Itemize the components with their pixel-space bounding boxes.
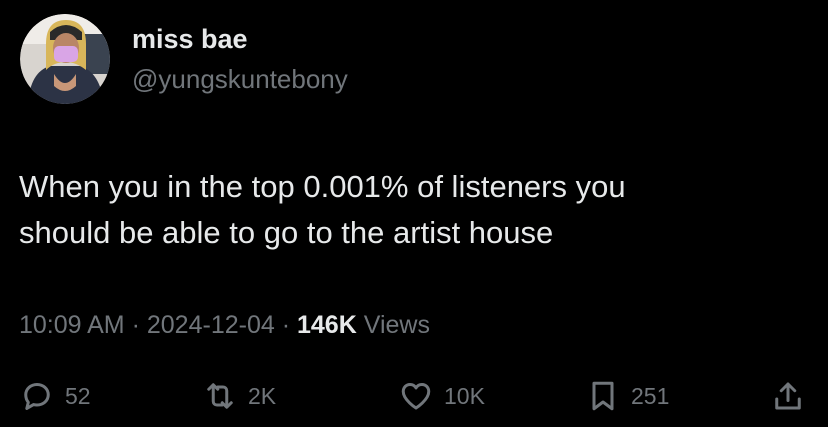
bookmark-count: 251: [631, 382, 670, 409]
tweet-text: When you in the top 0.001% of listeners …: [19, 164, 799, 256]
views-label: Views: [363, 311, 430, 339]
reply-button[interactable]: 52: [19, 378, 91, 414]
bookmark-button[interactable]: 251: [585, 378, 669, 414]
tweet-time[interactable]: 10:09 AM: [19, 311, 125, 339]
tweet-text-line: When you in the top 0.001% of listeners …: [19, 169, 626, 204]
tweet-meta: 10:09 AM · 2024-12-04 · 146K Views: [19, 308, 430, 342]
share-upload-icon: [775, 382, 801, 410]
tweet-text-line: should be able to go to the artist house: [19, 215, 554, 250]
share-button[interactable]: [770, 378, 806, 414]
repost-button[interactable]: 2K: [202, 378, 276, 414]
heart-icon: [401, 382, 431, 410]
avatar[interactable]: [20, 14, 110, 104]
like-count: 10K: [444, 382, 485, 409]
speech-bubble-icon: [24, 382, 50, 410]
display-name[interactable]: miss bae: [132, 22, 248, 56]
meta-separator: ·: [131, 311, 140, 339]
meta-separator: ·: [281, 311, 291, 339]
repost-count: 2K: [248, 382, 277, 409]
bookmark-icon: [592, 381, 614, 411]
like-button[interactable]: 10K: [398, 378, 485, 414]
avatar-image: [20, 14, 110, 104]
reply-count: 52: [65, 382, 91, 409]
views-count[interactable]: 146K: [297, 311, 357, 339]
repost-arrows-icon: [207, 383, 233, 409]
user-handle[interactable]: @yungskuntebony: [132, 62, 348, 96]
tweet-date[interactable]: 2024-12-04: [147, 311, 275, 339]
